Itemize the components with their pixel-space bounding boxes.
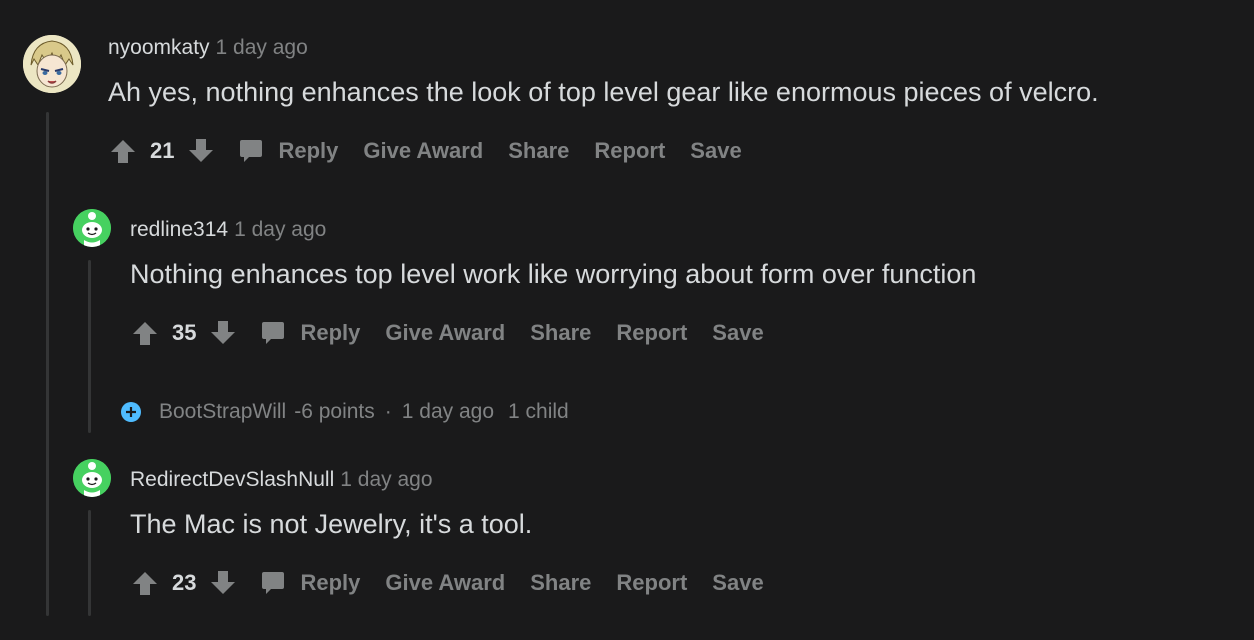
avatar[interactable] <box>23 35 81 93</box>
comment-body: Nothing enhances top level work like wor… <box>130 259 977 289</box>
comment-timestamp[interactable]: 1 day ago <box>234 218 326 241</box>
comment-actions: 35 Reply Give Award Share Report Save <box>132 313 789 353</box>
vote-score: 23 <box>172 570 197 595</box>
downvote-icon[interactable] <box>210 320 236 346</box>
save-button[interactable]: Save <box>690 138 741 164</box>
downvote-icon[interactable] <box>188 138 214 164</box>
reply-label: Reply <box>300 320 361 345</box>
thread-line-level-2[interactable] <box>88 260 91 433</box>
report-button[interactable]: Report <box>616 570 687 596</box>
snoo-avatar-icon <box>73 209 111 247</box>
comment-meta: RedirectDevSlashNull 1 day ago <box>130 468 433 492</box>
thread-line-level-2b[interactable] <box>88 510 91 616</box>
reply-label: Reply <box>278 138 339 163</box>
save-button[interactable]: Save <box>712 320 763 346</box>
comment-author[interactable]: nyoomkaty <box>108 36 210 59</box>
vote-score: 35 <box>172 320 197 345</box>
downvote-icon[interactable] <box>210 570 236 596</box>
reply-label: Reply <box>300 570 361 595</box>
upvote-icon[interactable] <box>132 320 158 346</box>
share-button[interactable]: Share <box>508 138 569 164</box>
comment-bubble-icon <box>260 320 286 346</box>
give-award-button[interactable]: Give Award <box>385 320 505 346</box>
comment-body: The Mac is not Jewelry, it's a tool. <box>130 509 533 539</box>
comment-meta: nyoomkaty 1 day ago <box>108 36 308 60</box>
comment-body: Ah yes, nothing enhances the look of top… <box>108 77 1099 107</box>
save-button[interactable]: Save <box>712 570 763 596</box>
give-award-button[interactable]: Give Award <box>385 570 505 596</box>
comment-bubble-icon <box>260 570 286 596</box>
report-button[interactable]: Report <box>594 138 665 164</box>
comment-actions: 21 Reply Give Award Share Report Save <box>110 131 767 171</box>
report-button[interactable]: Report <box>616 320 687 346</box>
share-button[interactable]: Share <box>530 570 591 596</box>
expand-plus-icon[interactable] <box>121 402 141 422</box>
upvote-icon[interactable] <box>132 570 158 596</box>
comment-timestamp[interactable]: 1 day ago <box>216 36 308 59</box>
comment-author[interactable]: RedirectDevSlashNull <box>130 468 334 491</box>
comment-timestamp[interactable]: 1 day ago <box>340 468 432 491</box>
share-button[interactable]: Share <box>530 320 591 346</box>
anime-avatar-icon <box>23 35 81 93</box>
collapsed-comment[interactable]: BootStrapWill -6 points · 1 day ago 1 ch… <box>121 400 569 424</box>
give-award-button[interactable]: Give Award <box>363 138 483 164</box>
reply-button[interactable]: Reply <box>260 570 360 596</box>
comment-bubble-icon <box>238 138 264 164</box>
vote-score: 21 <box>150 138 175 163</box>
collapsed-author[interactable]: BootStrapWill <box>159 400 286 424</box>
meta-separator: · <box>384 400 392 423</box>
comment-author[interactable]: redline314 <box>130 218 228 241</box>
upvote-icon[interactable] <box>110 138 136 164</box>
collapsed-points: -6 points <box>294 400 375 423</box>
collapsed-timestamp[interactable]: 1 day ago <box>402 400 494 424</box>
comment-meta: redline314 1 day ago <box>130 218 326 242</box>
thread-line-level-1[interactable] <box>46 112 49 616</box>
snoo-avatar-icon <box>73 459 111 497</box>
reply-button[interactable]: Reply <box>260 320 360 346</box>
comment-actions: 23 Reply Give Award Share Report Save <box>132 563 789 603</box>
avatar[interactable] <box>73 209 111 247</box>
avatar[interactable] <box>73 459 111 497</box>
collapsed-children-count[interactable]: 1 child <box>508 400 569 424</box>
reply-button[interactable]: Reply <box>238 138 338 164</box>
